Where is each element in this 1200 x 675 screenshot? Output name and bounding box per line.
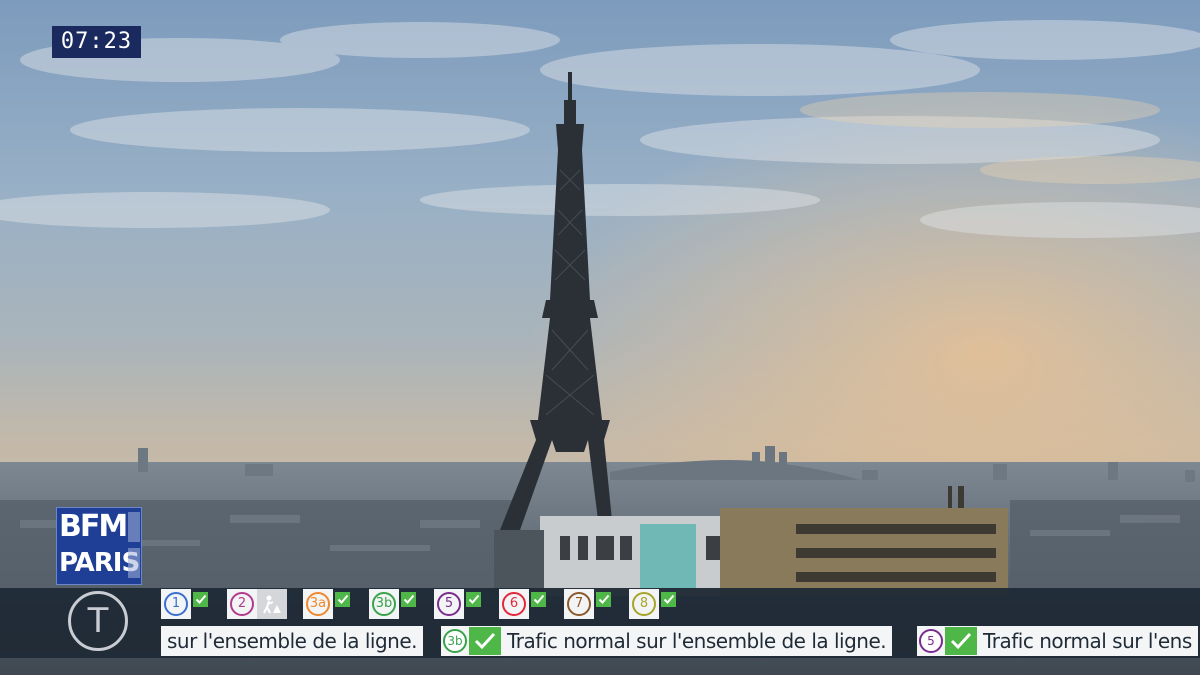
paris-skyline-scene [0,0,1200,675]
roadworks-icon [257,589,287,619]
logo-side-strip [128,548,140,578]
line-badge: 6 [499,589,529,619]
ticker-line-icon: 3b [441,627,501,655]
ticker-segment: 5 Trafic normal sur l'ens [917,626,1198,656]
line-number: 7 [567,592,591,616]
line-badge: 7 [564,589,594,619]
logo-side-strip [128,512,140,542]
line-number: 3b [372,592,396,616]
status-ok-check-icon [661,591,676,607]
status-ok-check-icon [469,627,501,655]
ticker-segment: 3b Trafic normal sur l'ensemble de la lig… [441,626,893,656]
ticker-text: Trafic normal sur l'ensemble de la ligne… [507,629,887,653]
status-ok-check-icon [531,591,546,607]
status-ok-check-icon [466,591,481,607]
tram-line-chip-2[interactable]: 2 [227,589,287,619]
line-number: 3a [306,592,330,616]
status-ok-check-icon [335,591,350,607]
bfm-paris-logo: BFM PARIS [56,507,142,585]
logo-line1: BFM [59,509,128,544]
ticker-segment: sur l'ensemble de la ligne. [161,626,424,656]
ticker-line-icon: 5 [917,627,977,655]
line-number: 6 [502,592,526,616]
line-number: 1 [164,592,188,616]
line-badge: 1 [161,589,191,619]
tram-line-chip-1[interactable]: 1 [161,589,208,619]
line-number: 5 [437,592,461,616]
clock-display: 07:23 [52,26,141,58]
status-ok-check-icon [401,591,416,607]
status-ok-check-icon [596,591,611,607]
ticker-line-number: 3b [443,629,467,653]
line-badge: 3a [303,589,333,619]
tram-line-chip-5[interactable]: 5 [434,589,481,619]
tram-line-chip-6[interactable]: 6 [499,589,546,619]
status-ok-check-icon [945,627,977,655]
tram-line-chip-8[interactable]: 8 [629,589,676,619]
line-number: 2 [230,592,254,616]
tram-line-chip-3a[interactable]: 3a [303,589,350,619]
live-camera-frame: 07:23 BFM PARIS T 1 2 3a 3b 5 6 7 8 sur l'ensem… [0,0,1200,675]
line-badge: 2 [227,589,257,619]
ticker-text: sur l'ensemble de la ligne. [167,629,418,653]
tram-network-logo: T [68,591,128,651]
line-badge: 3b [369,589,399,619]
line-badge: 8 [629,589,659,619]
ticker-line-number: 5 [919,629,943,653]
tram-line-chip-7[interactable]: 7 [564,589,611,619]
status-ok-check-icon [193,591,208,607]
line-badge: 5 [434,589,464,619]
traffic-ticker: sur l'ensemble de la ligne. 3b Trafic norm… [161,626,1200,656]
line-number: 8 [632,592,656,616]
tram-line-chip-3b[interactable]: 3b [369,589,416,619]
ticker-text: Trafic normal sur l'ens [983,629,1192,653]
